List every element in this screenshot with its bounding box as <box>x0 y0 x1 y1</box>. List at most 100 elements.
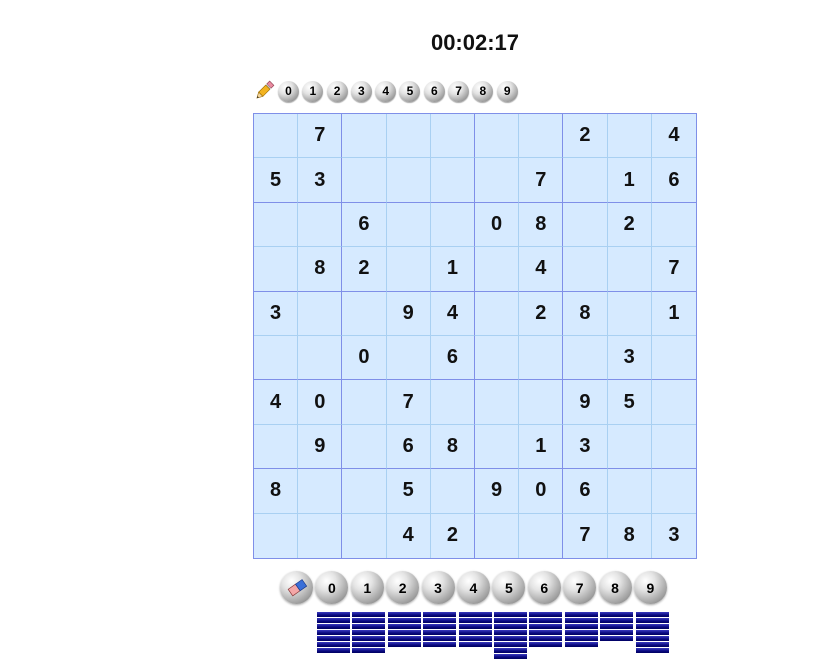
sudoku-cell-r0-c5[interactable] <box>475 114 520 159</box>
sudoku-cell-r6-c2[interactable] <box>342 380 387 425</box>
sudoku-cell-r6-c5[interactable] <box>475 380 520 425</box>
sudoku-cell-r5-c3[interactable] <box>386 336 431 381</box>
sudoku-cell-r2-c1[interactable] <box>298 202 343 248</box>
digit-button-0[interactable]: 0 <box>315 571 349 604</box>
digit-button-8[interactable]: 8 <box>598 571 632 604</box>
sudoku-cell-r0-c1[interactable]: 7 <box>298 114 343 159</box>
sudoku-cell-r7-c9[interactable] <box>651 424 696 470</box>
sudoku-cell-r7-c7[interactable]: 3 <box>563 424 608 470</box>
sudoku-cell-r5-c9[interactable] <box>651 336 696 381</box>
sudoku-cell-r9-c8[interactable]: 8 <box>607 513 652 558</box>
sudoku-cell-r3-c8[interactable] <box>607 247 652 292</box>
sudoku-cell-r6-c9[interactable] <box>651 380 696 425</box>
digit-button-3[interactable]: 3 <box>421 571 455 604</box>
sudoku-cell-r5-c7[interactable] <box>563 336 608 381</box>
digit-button-4[interactable]: 4 <box>456 571 490 604</box>
sudoku-cell-r2-c0[interactable] <box>254 202 299 248</box>
pencil-digit-7[interactable]: 7 <box>448 80 470 102</box>
sudoku-cell-r1-c4[interactable] <box>430 158 475 203</box>
sudoku-cell-r6-c0[interactable]: 4 <box>254 380 299 425</box>
sudoku-cell-r0-c6[interactable] <box>519 114 564 159</box>
sudoku-cell-r7-c2[interactable] <box>342 424 387 470</box>
sudoku-cell-r1-c9[interactable]: 6 <box>651 158 696 203</box>
sudoku-cell-r7-c6[interactable]: 1 <box>519 424 564 470</box>
pencil-digit-4[interactable]: 4 <box>375 80 397 102</box>
sudoku-cell-r7-c3[interactable]: 6 <box>386 424 431 470</box>
digit-button-6[interactable]: 6 <box>527 571 561 604</box>
sudoku-cell-r9-c5[interactable] <box>475 513 520 558</box>
sudoku-cell-r3-c6[interactable]: 4 <box>519 247 564 292</box>
sudoku-cell-r7-c5[interactable] <box>475 424 520 470</box>
sudoku-cell-r7-c0[interactable] <box>254 424 299 470</box>
sudoku-cell-r3-c2[interactable]: 2 <box>342 247 387 292</box>
sudoku-cell-r8-c7[interactable]: 6 <box>563 469 608 514</box>
sudoku-cell-r3-c3[interactable] <box>386 247 431 292</box>
sudoku-cell-r4-c2[interactable] <box>342 291 387 336</box>
digit-button-7[interactable]: 7 <box>563 571 597 604</box>
sudoku-cell-r0-c9[interactable]: 4 <box>651 114 696 159</box>
pencil-icon[interactable] <box>252 79 276 103</box>
digit-button-2[interactable]: 2 <box>386 571 420 604</box>
sudoku-cell-r9-c6[interactable] <box>519 513 564 558</box>
sudoku-cell-r1-c7[interactable] <box>563 158 608 203</box>
sudoku-cell-r0-c8[interactable] <box>607 114 652 159</box>
pencil-digit-5[interactable]: 5 <box>399 80 421 102</box>
sudoku-cell-r8-c2[interactable] <box>342 469 387 514</box>
sudoku-cell-r6-c4[interactable] <box>430 380 475 425</box>
sudoku-cell-r5-c5[interactable] <box>475 336 520 381</box>
sudoku-cell-r9-c2[interactable] <box>342 513 387 558</box>
sudoku-cell-r6-c1[interactable]: 0 <box>298 380 343 425</box>
sudoku-cell-r9-c3[interactable]: 4 <box>386 513 431 558</box>
sudoku-cell-r0-c2[interactable] <box>342 114 387 159</box>
sudoku-cell-r2-c2[interactable]: 6 <box>342 202 387 248</box>
sudoku-cell-r2-c7[interactable] <box>563 202 608 248</box>
pencil-digit-3[interactable]: 3 <box>350 80 372 102</box>
sudoku-cell-r5-c2[interactable]: 0 <box>342 336 387 381</box>
sudoku-cell-r6-c7[interactable]: 9 <box>563 380 608 425</box>
sudoku-cell-r1-c5[interactable] <box>475 158 520 203</box>
sudoku-cell-r4-c3[interactable]: 9 <box>386 291 431 336</box>
sudoku-cell-r8-c6[interactable]: 0 <box>519 469 564 514</box>
sudoku-cell-r4-c0[interactable]: 3 <box>254 291 299 336</box>
digit-button-9[interactable]: 9 <box>633 571 667 604</box>
eraser-icon[interactable] <box>280 571 313 604</box>
sudoku-cell-r0-c3[interactable] <box>386 114 431 159</box>
sudoku-cell-r1-c0[interactable]: 5 <box>254 158 299 203</box>
digit-button-1[interactable]: 1 <box>350 571 384 604</box>
sudoku-cell-r2-c8[interactable]: 2 <box>607 202 652 248</box>
sudoku-cell-r9-c1[interactable] <box>298 513 343 558</box>
sudoku-cell-r5-c0[interactable] <box>254 336 299 381</box>
sudoku-cell-r6-c8[interactable]: 5 <box>607 380 652 425</box>
sudoku-cell-r2-c6[interactable]: 8 <box>519 202 564 248</box>
sudoku-cell-r3-c7[interactable] <box>563 247 608 292</box>
sudoku-cell-r8-c1[interactable] <box>298 469 343 514</box>
pencil-digit-6[interactable]: 6 <box>423 80 445 102</box>
sudoku-cell-r7-c1[interactable]: 9 <box>298 424 343 470</box>
digit-button-5[interactable]: 5 <box>492 571 526 604</box>
sudoku-cell-r4-c7[interactable]: 8 <box>563 291 608 336</box>
sudoku-cell-r1-c3[interactable] <box>386 158 431 203</box>
sudoku-cell-r9-c0[interactable] <box>254 513 299 558</box>
sudoku-cell-r4-c6[interactable]: 2 <box>519 291 564 336</box>
sudoku-cell-r6-c3[interactable]: 7 <box>386 380 431 425</box>
sudoku-cell-r7-c8[interactable] <box>607 424 652 470</box>
sudoku-cell-r0-c7[interactable]: 2 <box>563 114 608 159</box>
pencil-digit-8[interactable]: 8 <box>472 80 494 102</box>
sudoku-cell-r5-c6[interactable] <box>519 336 564 381</box>
sudoku-cell-r4-c9[interactable]: 1 <box>651 291 696 336</box>
sudoku-cell-r8-c5[interactable]: 9 <box>475 469 520 514</box>
sudoku-cell-r4-c8[interactable] <box>607 291 652 336</box>
sudoku-cell-r9-c4[interactable]: 2 <box>430 513 475 558</box>
sudoku-cell-r1-c6[interactable]: 7 <box>519 158 564 203</box>
sudoku-cell-r2-c3[interactable] <box>386 202 431 248</box>
sudoku-cell-r7-c4[interactable]: 8 <box>430 424 475 470</box>
sudoku-cell-r0-c0[interactable] <box>254 114 299 159</box>
pencil-digit-2[interactable]: 2 <box>326 80 348 102</box>
sudoku-cell-r8-c9[interactable] <box>651 469 696 514</box>
sudoku-cell-r2-c4[interactable] <box>430 202 475 248</box>
sudoku-cell-r5-c8[interactable]: 3 <box>607 336 652 381</box>
sudoku-cell-r1-c1[interactable]: 3 <box>298 158 343 203</box>
sudoku-cell-r3-c9[interactable]: 7 <box>651 247 696 292</box>
sudoku-cell-r3-c5[interactable] <box>475 247 520 292</box>
sudoku-cell-r9-c7[interactable]: 7 <box>563 513 608 558</box>
